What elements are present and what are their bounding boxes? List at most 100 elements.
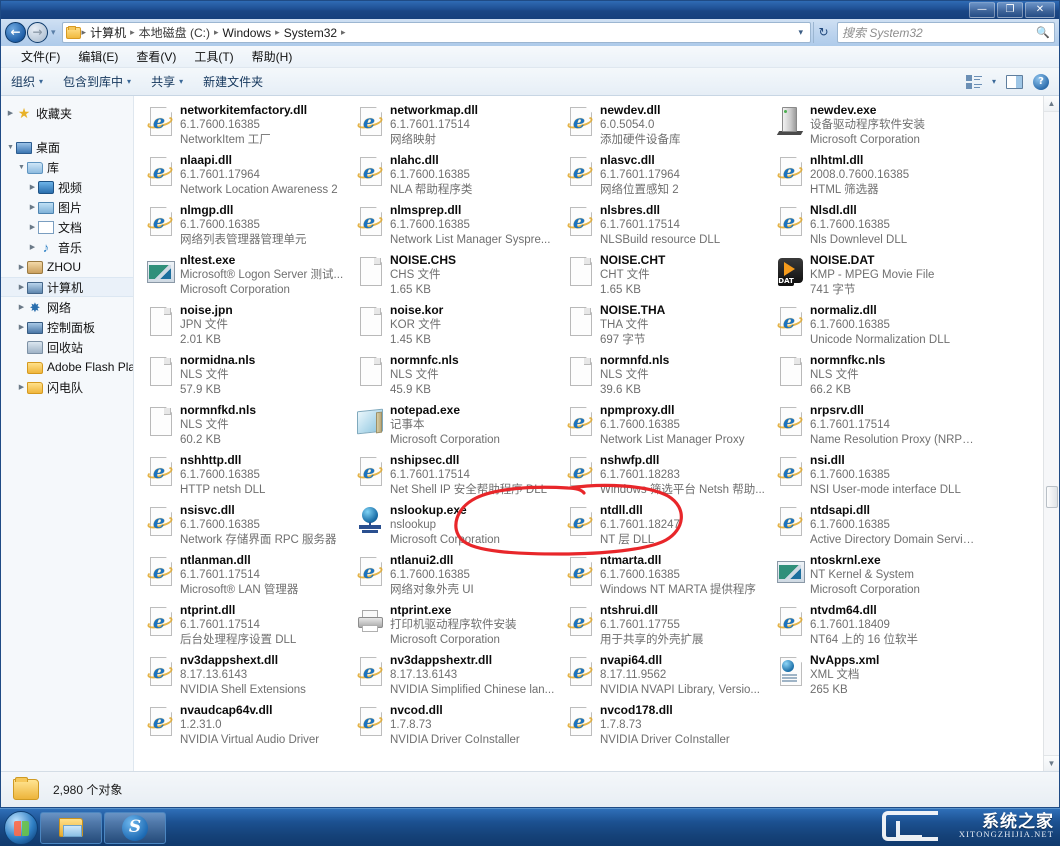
- close-button[interactable]: ✕: [1025, 2, 1055, 18]
- forward-arrow-icon[interactable]: →: [27, 22, 48, 43]
- scrollbar-thumb[interactable]: [1046, 486, 1058, 508]
- chevron-down-icon[interactable]: ▾: [794, 27, 807, 38]
- file-item[interactable]: envapi64.dll8.17.11.9562NVIDIA NVAPI Lib…: [560, 652, 770, 702]
- file-item[interactable]: enlasvc.dll6.1.7601.17964网络位置感知 2: [560, 152, 770, 202]
- file-item[interactable]: nltest.exeMicrosoft® Logon Server 测试...M…: [140, 252, 350, 302]
- file-item[interactable]: normnfkc.nlsNLS 文件66.2 KB: [770, 352, 980, 402]
- breadcrumb-item-0[interactable]: 计算机: [87, 24, 129, 41]
- file-item[interactable]: enetworkitemfactory.dll6.1.7600.16385Net…: [140, 102, 350, 152]
- file-item[interactable]: DATNOISE.DATKMP - MPEG Movie File741 字节: [770, 252, 980, 302]
- breadcrumb-item-3[interactable]: System32: [281, 26, 340, 40]
- sidebar-item-4[interactable]: ▶图片: [1, 197, 133, 217]
- expander-closed-icon[interactable]: ▶: [16, 383, 27, 391]
- file-item[interactable]: enrpsrv.dll6.1.7601.17514Name Resolution…: [770, 402, 980, 452]
- file-item[interactable]: notepad.exe记事本Microsoft Corporation: [350, 402, 560, 452]
- expander-closed-icon[interactable]: ▶: [16, 323, 27, 331]
- file-item[interactable]: entdll.dll6.1.7601.18247NT 层 DLL: [560, 502, 770, 552]
- menu-file[interactable]: 文件(F): [21, 48, 60, 65]
- file-item[interactable]: env3dappshextr.dll8.17.13.6143NVIDIA Sim…: [350, 652, 560, 702]
- file-item[interactable]: ensisvc.dll6.1.7600.16385Network 存储界面 RP…: [140, 502, 350, 552]
- breadcrumb-item-2[interactable]: Windows: [219, 26, 274, 40]
- sidebar-item-2[interactable]: ▼库: [1, 157, 133, 177]
- expander-closed-icon[interactable]: ▶: [16, 303, 27, 311]
- preview-pane-icon[interactable]: [1006, 75, 1023, 89]
- sogou-taskbar-button[interactable]: S: [104, 812, 166, 844]
- file-item[interactable]: NOISE.CHSCHS 文件1.65 KB: [350, 252, 560, 302]
- file-item[interactable]: env3dappshext.dll8.17.13.6143NVIDIA Shel…: [140, 652, 350, 702]
- sidebar-item-5[interactable]: ▶文档: [1, 217, 133, 237]
- file-item[interactable]: enlsbres.dll6.1.7601.17514NLSBuild resou…: [560, 202, 770, 252]
- history-dropdown-icon[interactable]: ▾: [51, 27, 56, 38]
- file-item[interactable]: enpmproxy.dll6.1.7600.16385Network List …: [560, 402, 770, 452]
- navigation-pane[interactable]: ▶★收藏夹▼桌面▼库▶视频▶图片▶文档▶♪音乐▶ZHOU▶计算机▶✸网络▶控制面…: [1, 96, 134, 771]
- file-item[interactable]: entmarta.dll6.1.7600.16385Windows NT MAR…: [560, 552, 770, 602]
- help-icon[interactable]: ?: [1033, 74, 1049, 90]
- expander-closed-icon[interactable]: ▶: [16, 283, 27, 291]
- expander-open-icon[interactable]: ▼: [5, 144, 16, 151]
- vertical-scrollbar[interactable]: ▲ ▼: [1043, 96, 1059, 771]
- chevron-down-icon[interactable]: ▾: [992, 77, 996, 86]
- file-item[interactable]: enshhttp.dll6.1.7600.16385HTTP netsh DLL: [140, 452, 350, 502]
- file-item[interactable]: enewdev.dll6.0.5054.0添加硬件设备库: [560, 102, 770, 152]
- menu-help[interactable]: 帮助(H): [252, 48, 293, 65]
- expander-open-icon[interactable]: ▼: [16, 164, 27, 171]
- file-item[interactable]: ensi.dll6.1.7600.16385NSI User-mode inte…: [770, 452, 980, 502]
- file-item[interactable]: enlhtml.dll2008.0.7600.16385HTML 筛选器: [770, 152, 980, 202]
- file-item[interactable]: enlahc.dll6.1.7600.16385NLA 帮助程序类: [350, 152, 560, 202]
- file-item[interactable]: NOISE.CHTCHT 文件1.65 KB: [560, 252, 770, 302]
- file-item[interactable]: enlmgp.dll6.1.7600.16385网络列表管理器管理单元: [140, 202, 350, 252]
- file-item[interactable]: NOISE.THATHA 文件697 字节: [560, 302, 770, 352]
- search-input[interactable]: 搜索 System32: [842, 24, 1036, 41]
- back-arrow-icon[interactable]: ←: [5, 22, 26, 43]
- sidebar-item-1[interactable]: ▼桌面: [1, 137, 133, 157]
- file-item[interactable]: entvdm64.dll6.1.7601.18409NT64 上的 16 位软半: [770, 602, 980, 652]
- breadcrumb[interactable]: ▸ 计算机 ▸ 本地磁盘 (C:) ▸ Windows ▸ System32 ▸…: [62, 22, 811, 43]
- file-item[interactable]: entlanui2.dll6.1.7600.16385网络对象外壳 UI: [350, 552, 560, 602]
- expander-closed-icon[interactable]: ▶: [27, 203, 38, 211]
- scroll-down-button[interactable]: ▼: [1044, 755, 1059, 771]
- file-item[interactable]: nslookup.exenslookupMicrosoft Corporatio…: [350, 502, 560, 552]
- windows-start-orb-icon[interactable]: [4, 811, 38, 845]
- file-item[interactable]: enlmsprep.dll6.1.7600.16385Network List …: [350, 202, 560, 252]
- share-button[interactable]: 共享 ▾: [151, 73, 183, 90]
- sidebar-item-11[interactable]: 回收站: [1, 337, 133, 357]
- sidebar-item-12[interactable]: Adobe Flash Playe: [1, 357, 133, 377]
- minimize-button[interactable]: —: [969, 2, 995, 18]
- file-list-pane[interactable]: enetworkitemfactory.dll6.1.7600.16385Net…: [134, 96, 1059, 771]
- organize-button[interactable]: 组织 ▾: [11, 73, 43, 90]
- file-item[interactable]: normnfd.nlsNLS 文件39.6 KB: [560, 352, 770, 402]
- refresh-icon[interactable]: ↻: [813, 22, 833, 43]
- expander-closed-icon[interactable]: ▶: [27, 183, 38, 191]
- scroll-up-button[interactable]: ▲: [1044, 96, 1059, 112]
- menu-tools[interactable]: 工具(T): [194, 48, 233, 65]
- file-item[interactable]: eNlsdl.dll6.1.7600.16385Nls Downlevel DL…: [770, 202, 980, 252]
- menu-view[interactable]: 查看(V): [136, 48, 176, 65]
- search-box[interactable]: 搜索 System32 🔍: [837, 22, 1055, 43]
- file-item[interactable]: envcod.dll1.7.8.73NVIDIA Driver CoInstal…: [350, 702, 560, 752]
- file-item[interactable]: envaudcap64v.dll1.2.31.0NVIDIA Virtual A…: [140, 702, 350, 752]
- file-item[interactable]: envcod178.dll1.7.8.73NVIDIA Driver CoIns…: [560, 702, 770, 752]
- include-in-library-button[interactable]: 包含到库中 ▾: [63, 73, 131, 90]
- file-item[interactable]: enshwfp.dll6.1.7601.18283Windows 筛选平台 Ne…: [560, 452, 770, 502]
- file-item[interactable]: enshipsec.dll6.1.7601.17514Net Shell IP …: [350, 452, 560, 502]
- file-item[interactable]: enetworkmap.dll6.1.7601.17514网络映射: [350, 102, 560, 152]
- file-item[interactable]: enlaapi.dll6.1.7601.17964Network Locatio…: [140, 152, 350, 202]
- expander-closed-icon[interactable]: ▶: [27, 243, 38, 251]
- explorer-taskbar-button[interactable]: [40, 812, 102, 844]
- breadcrumb-item-1[interactable]: 本地磁盘 (C:): [136, 24, 213, 41]
- sidebar-item-6[interactable]: ▶♪音乐: [1, 237, 133, 257]
- sidebar-item-7[interactable]: ▶ZHOU: [1, 257, 133, 277]
- sidebar-item-3[interactable]: ▶视频: [1, 177, 133, 197]
- file-item[interactable]: normnfkd.nlsNLS 文件60.2 KB: [140, 402, 350, 452]
- maximize-button[interactable]: ❐: [997, 2, 1023, 18]
- menu-edit[interactable]: 编辑(E): [78, 48, 118, 65]
- expander-closed-icon[interactable]: ▶: [5, 109, 16, 117]
- file-item[interactable]: noise.korKOR 文件1.45 KB: [350, 302, 560, 352]
- sidebar-item-8[interactable]: ▶计算机: [1, 277, 133, 297]
- file-item[interactable]: entdsapi.dll6.1.7600.16385Active Directo…: [770, 502, 980, 552]
- sidebar-item-10[interactable]: ▶控制面板: [1, 317, 133, 337]
- file-item[interactable]: entprint.dll6.1.7601.17514后台处理程序设置 DLL: [140, 602, 350, 652]
- file-item[interactable]: normidna.nlsNLS 文件57.9 KB: [140, 352, 350, 402]
- expander-closed-icon[interactable]: ▶: [16, 263, 27, 271]
- new-folder-button[interactable]: 新建文件夹: [203, 73, 263, 90]
